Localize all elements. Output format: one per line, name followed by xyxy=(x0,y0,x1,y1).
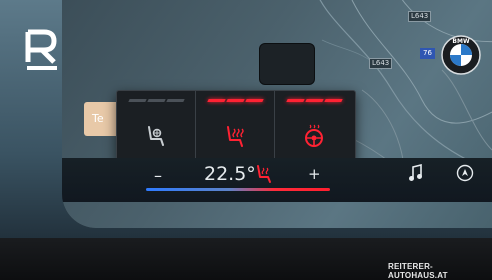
level-indicator xyxy=(207,99,264,103)
level-indicator xyxy=(128,99,185,103)
climate-bar: – 22.5° + xyxy=(62,158,492,202)
temperature-tab[interactable]: Te xyxy=(84,102,120,136)
seat-ventilation-icon xyxy=(148,126,164,146)
music-note-icon[interactable] xyxy=(408,164,424,182)
level-indicator xyxy=(286,99,343,103)
phone-icon xyxy=(260,44,314,84)
seat-heating-icon[interactable] xyxy=(254,164,274,184)
road-label-76: 76 xyxy=(420,48,435,59)
temperature-down-button[interactable]: – xyxy=(154,166,162,185)
road-label-l643: L643 xyxy=(369,58,393,69)
bmw-logo: BMW xyxy=(441,35,481,75)
temperature-up-button[interactable]: + xyxy=(308,165,321,183)
seat-heating-icon xyxy=(227,126,244,147)
dealer-watermark: REITERER-AUTOHAUS.AT xyxy=(388,262,448,280)
temperature-readout[interactable]: 22.5° xyxy=(204,163,256,185)
dealer-r-logo xyxy=(25,29,57,70)
seat-ventilation-button[interactable] xyxy=(117,91,196,163)
navigation-icon[interactable] xyxy=(456,164,474,182)
steering-wheel-heating-button[interactable] xyxy=(275,91,353,163)
photo: L643 L643 76 Te – 22.5° + BMW REITERER-A… xyxy=(0,0,492,280)
temperature-tab-label: Te xyxy=(92,112,104,125)
svg-text:BMW: BMW xyxy=(452,38,470,45)
seat-heating-button[interactable] xyxy=(196,91,275,163)
temperature-gradient-bar xyxy=(146,188,330,191)
seat-climate-panel xyxy=(116,90,356,164)
infotainment-screen: L643 L643 76 Te – 22.5° + xyxy=(62,0,492,228)
steering-wheel-heating-icon xyxy=(305,124,323,147)
road-label-l643: L643 xyxy=(408,11,432,22)
